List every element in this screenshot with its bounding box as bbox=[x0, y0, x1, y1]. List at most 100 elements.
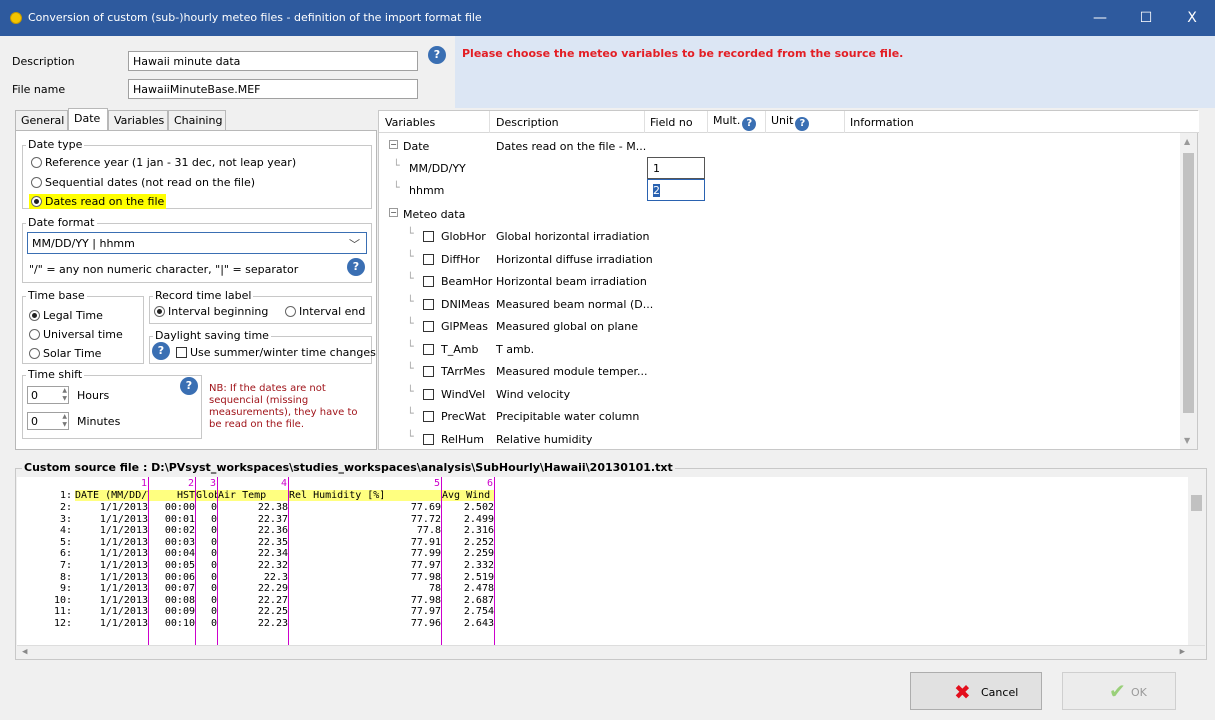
line-number: 4: bbox=[59, 525, 72, 537]
variables-grid: Variables Description Field no Mult.? Un… bbox=[378, 110, 1199, 450]
help-icon[interactable]: ? bbox=[742, 117, 757, 131]
minutes-stepper[interactable]: 0 ▲ ▼ bbox=[27, 412, 69, 430]
meteo-variable-row[interactable]: └ GlPMeas Measured global on plane bbox=[379, 315, 1191, 337]
meteo-variable-row[interactable]: └ TArrMes Measured module temper... bbox=[379, 360, 1191, 382]
source-horizontal-scrollbar[interactable]: ◀ ▶ bbox=[17, 645, 1205, 659]
help-icon[interactable]: ? bbox=[428, 46, 446, 64]
notice-panel: Please choose the meteo variables to be … bbox=[455, 36, 1215, 108]
radio-reference-year[interactable]: Reference year (1 jan - 31 dec, not leap… bbox=[31, 156, 296, 169]
source-data-row: 10: 1/1/2013 00:08 0 22.27 77.98 2.687 bbox=[17, 595, 1187, 606]
time-base-title: Time base bbox=[26, 289, 87, 302]
radio-sequential-dates[interactable]: Sequential dates (not read on the file) bbox=[31, 176, 255, 189]
meteo-variable-row[interactable]: └ DNIMeas Measured beam normal (D... bbox=[379, 293, 1191, 315]
column-number-row: 1 2 3 4 5 6 bbox=[17, 478, 1187, 489]
date-format-select[interactable]: MM/DD/YY | hhmm ﹀ bbox=[27, 232, 367, 254]
col-header-unit[interactable]: Unit? bbox=[771, 114, 810, 131]
tab-date[interactable]: Date bbox=[68, 108, 108, 130]
help-icon[interactable]: ? bbox=[180, 377, 198, 395]
variable-checkbox[interactable] bbox=[423, 253, 434, 265]
meteo-variable-row[interactable]: └ DiffHor Horizontal diffuse irradiation bbox=[379, 248, 1191, 270]
meteo-variable-row[interactable]: └ T_Amb T amb. bbox=[379, 338, 1191, 360]
scroll-left-icon[interactable]: ◀ bbox=[22, 647, 27, 657]
variable-checkbox[interactable] bbox=[423, 231, 434, 242]
collapse-icon[interactable]: − bbox=[389, 208, 398, 217]
nb-note: NB: If the dates are not sequencial (mis… bbox=[209, 383, 358, 430]
variable-checkbox[interactable] bbox=[423, 411, 434, 422]
ok-button[interactable]: ✔ OK bbox=[1062, 672, 1176, 710]
variable-checkbox[interactable] bbox=[423, 298, 434, 310]
variable-checkbox[interactable] bbox=[423, 343, 434, 355]
record-time-label-title: Record time label bbox=[153, 289, 254, 302]
collapse-icon[interactable]: − bbox=[389, 140, 398, 149]
variable-checkbox[interactable] bbox=[423, 366, 434, 377]
cancel-button[interactable]: ✖ Cancel bbox=[910, 672, 1042, 710]
hours-stepper[interactable]: 0 ▲ ▼ bbox=[27, 386, 69, 404]
summer-winter-checkbox[interactable]: Use summer/winter time changes bbox=[176, 346, 376, 359]
variable-checkbox[interactable] bbox=[423, 388, 434, 400]
source-cell: 1/1/2013 bbox=[99, 571, 148, 583]
spin-arrows-icon[interactable]: ▲ ▼ bbox=[62, 387, 67, 403]
meteo-variable-row[interactable]: └ GlobHor Global horizontal irradiation bbox=[379, 225, 1191, 247]
filename-input[interactable]: HawaiiMinuteBase.MEF bbox=[128, 79, 418, 99]
hours-label: Hours bbox=[77, 389, 110, 402]
source-cell: 1/1/2013 bbox=[99, 548, 148, 560]
source-file-view[interactable]: 1234561:DATE (MM/DD/YYYY)HSTGlobal HAir … bbox=[17, 477, 1205, 659]
line-number: 5: bbox=[59, 536, 72, 548]
source-cell: 2.687 bbox=[463, 594, 494, 606]
tab-general[interactable]: General bbox=[15, 110, 68, 130]
source-cell: 2.643 bbox=[463, 618, 494, 629]
col-header-information[interactable]: Information bbox=[850, 116, 914, 129]
help-icon[interactable]: ? bbox=[152, 342, 170, 360]
col-header-mult[interactable]: Mult.? bbox=[713, 114, 757, 131]
tree-item-time-field[interactable]: └ hhmm 2 bbox=[379, 179, 1191, 201]
tree-group-meteo[interactable]: − Meteo data bbox=[379, 203, 1191, 225]
scroll-thumb[interactable] bbox=[1183, 153, 1194, 413]
description-input[interactable]: Hawaii minute data bbox=[128, 51, 418, 71]
radio-interval-beginning[interactable]: Interval beginning bbox=[154, 305, 268, 318]
source-cell: 77.99 bbox=[410, 548, 441, 560]
variable-checkbox[interactable] bbox=[423, 276, 434, 287]
source-cell: 0 bbox=[210, 502, 217, 513]
tree-group-date[interactable]: − Date Dates read on the file - M... bbox=[379, 135, 1191, 157]
radio-solar-time[interactable]: Solar Time bbox=[29, 347, 101, 360]
close-button[interactable]: X bbox=[1169, 0, 1215, 36]
tab-chaining[interactable]: Chaining bbox=[168, 110, 226, 130]
radio-dates-read-on-file[interactable]: Dates read on the file bbox=[29, 194, 167, 209]
variable-checkbox[interactable] bbox=[423, 321, 434, 332]
source-cell: 77.97 bbox=[410, 560, 441, 571]
col-header-description[interactable]: Description bbox=[496, 116, 559, 129]
radio-universal-time[interactable]: Universal time bbox=[29, 328, 123, 341]
scroll-down-icon[interactable]: ▼ bbox=[1184, 436, 1190, 445]
source-cell: 1/1/2013 bbox=[99, 606, 148, 618]
tree-item-date-field[interactable]: └ MM/DD/YY 1 bbox=[379, 157, 1191, 179]
help-icon[interactable]: ? bbox=[795, 117, 810, 131]
meteo-variable-row[interactable]: └ WindVel Wind velocity bbox=[379, 383, 1191, 405]
scroll-right-icon[interactable]: ▶ bbox=[1180, 647, 1185, 657]
source-cell: 22.37 bbox=[257, 513, 288, 525]
source-vertical-scrollbar[interactable] bbox=[1188, 477, 1205, 645]
tab-variables[interactable]: Variables bbox=[108, 110, 168, 130]
radio-interval-end[interactable]: Interval end bbox=[285, 305, 365, 318]
meteo-variable-row[interactable]: └ PrecWat Precipitable water column bbox=[379, 405, 1191, 427]
col-header-variables[interactable]: Variables bbox=[385, 116, 435, 129]
field-no-input[interactable]: 2 bbox=[647, 179, 705, 201]
help-icon[interactable]: ? bbox=[347, 258, 365, 276]
line-number: 7: bbox=[59, 560, 72, 571]
col-header-field-no[interactable]: Field no bbox=[650, 116, 693, 129]
scroll-up-icon[interactable]: ▲ bbox=[1184, 137, 1190, 146]
minimize-button[interactable]: — bbox=[1077, 0, 1123, 36]
scroll-thumb[interactable] bbox=[1191, 495, 1202, 511]
meteo-variable-row[interactable]: └ BeamHor Horizontal beam irradiation bbox=[379, 270, 1191, 292]
source-cell: 1/1/2013 bbox=[99, 594, 148, 606]
variables-scrollbar[interactable]: ▲ ▼ bbox=[1180, 133, 1197, 449]
variable-checkbox[interactable] bbox=[423, 433, 434, 445]
source-cell: 0 bbox=[210, 536, 217, 548]
source-cell: 22.32 bbox=[257, 560, 288, 571]
maximize-button[interactable]: ☐ bbox=[1123, 0, 1169, 36]
spin-arrows-icon[interactable]: ▲ ▼ bbox=[62, 413, 67, 429]
field-no-input[interactable]: 1 bbox=[647, 157, 705, 179]
radio-legal-time[interactable]: Legal Time bbox=[29, 309, 103, 322]
window-titlebar[interactable]: Conversion of custom (sub-)hourly meteo … bbox=[0, 0, 1215, 36]
source-data-row: 7: 1/1/2013 00:05 0 22.32 77.97 2.332 bbox=[17, 560, 1187, 571]
meteo-variable-row[interactable]: └ RelHum Relative humidity bbox=[379, 428, 1191, 450]
